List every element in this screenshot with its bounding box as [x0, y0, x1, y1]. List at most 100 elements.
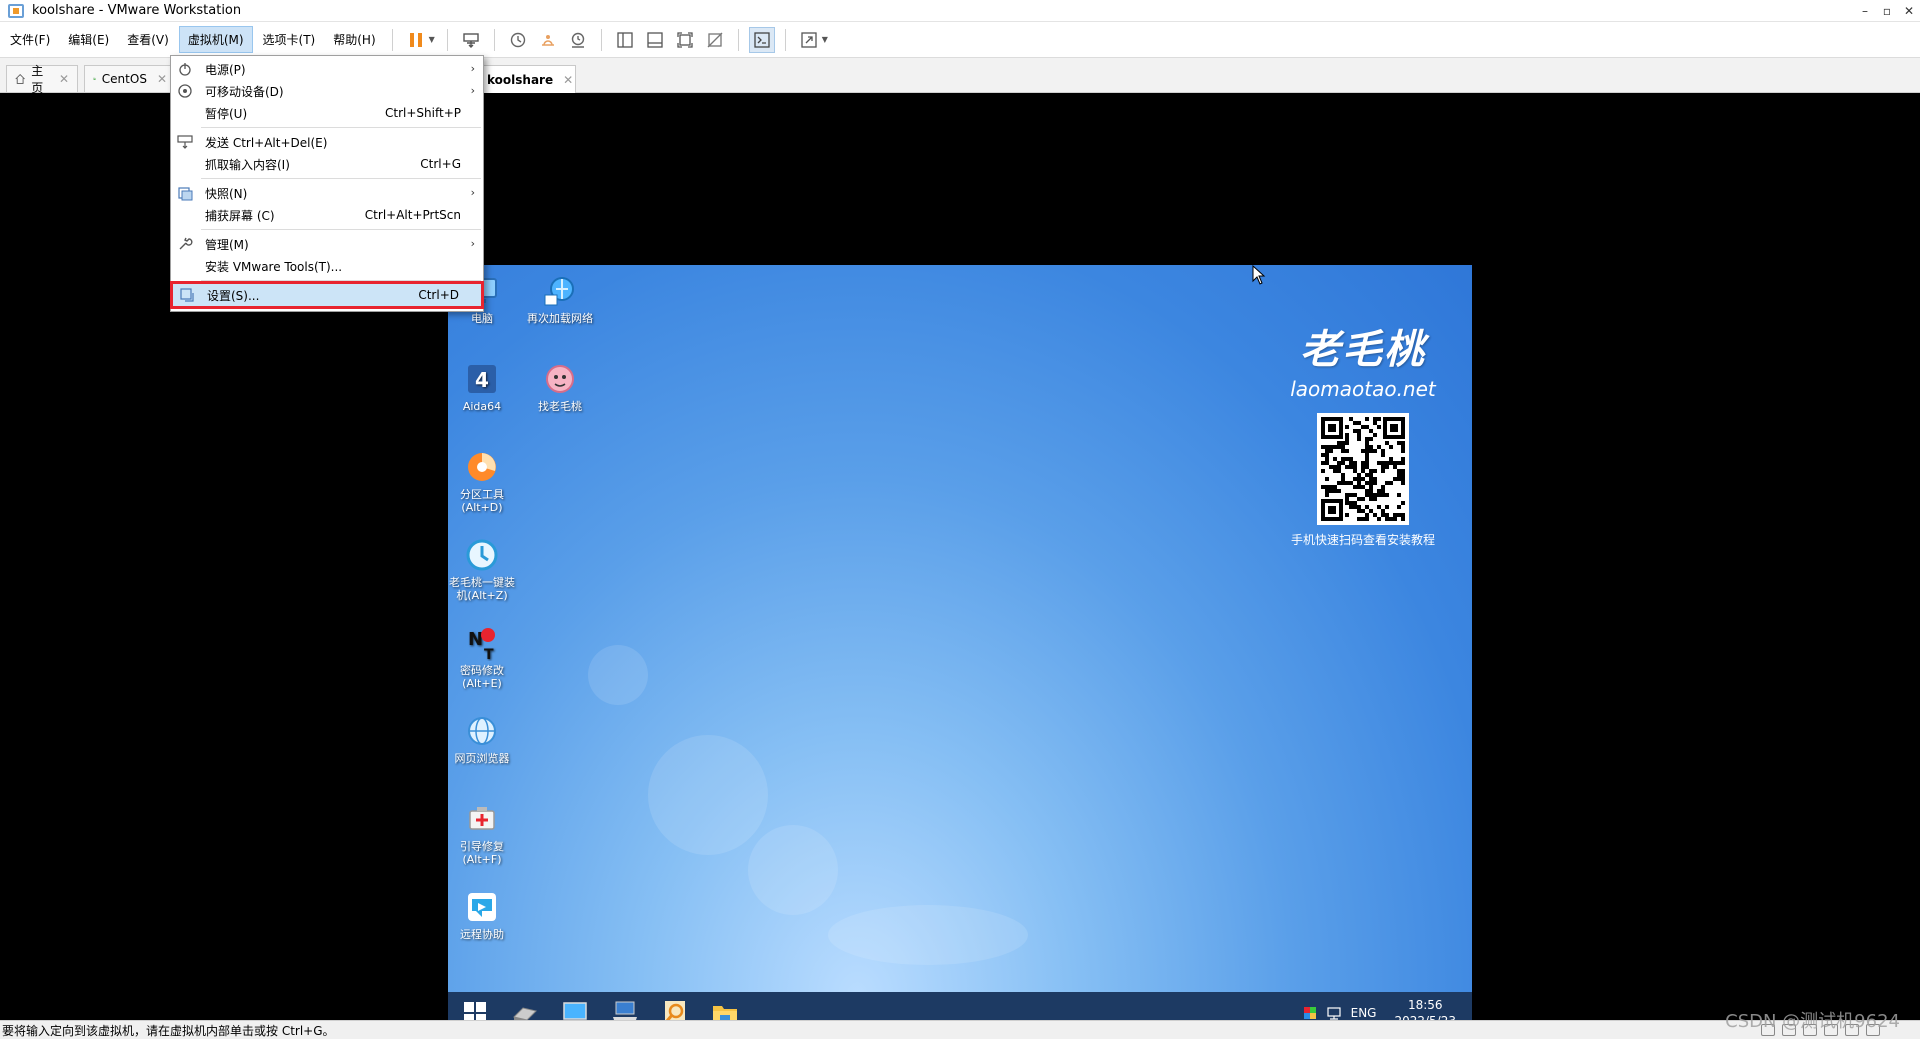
vmware-window: koolshare - VMware Workstation – ▫ ✕ 文件(… [0, 0, 1920, 1039]
keyboard-send-icon [463, 32, 479, 48]
revert-snapshot-button[interactable] [535, 27, 561, 53]
desktop-icon-label: 电脑 [471, 312, 493, 325]
brand-logo: 老毛桃 [1300, 326, 1426, 373]
input-language[interactable]: ENG [1351, 1006, 1377, 1020]
vmware-logo-icon [8, 3, 24, 18]
peach-mascot-icon [546, 365, 574, 393]
desktop-icon-web-browser[interactable]: 网页浏览器 [448, 713, 522, 765]
menu-item-removable-devices[interactable]: 可移动设备(D) › [171, 80, 483, 102]
library-panel-icon [617, 31, 633, 48]
window-controls: – ▫ ✕ [1854, 0, 1920, 22]
desktop-icon-remote-assist[interactable]: 远程协助 [448, 889, 522, 941]
boot-repair-medkit-icon [469, 807, 495, 830]
settings-vm-icon [180, 288, 194, 302]
desktop-icon-one-click-install[interactable]: 老毛桃一键装 机(Alt+Z) [448, 537, 522, 602]
menu-tabs[interactable]: 选项卡(T) [255, 27, 324, 52]
full-screen-button[interactable] [672, 27, 698, 53]
send-ctrl-alt-del-button[interactable] [458, 27, 484, 53]
network-reload-icon [544, 277, 574, 306]
tab-centos[interactable]: CentOS ✕ [84, 65, 176, 92]
guest-desktop[interactable]: 电脑 再次加载网络 4 Aida64 找老毛桃 分区工具 (Alt+D) 老毛桃… [448, 265, 1472, 1033]
show-library-button[interactable] [612, 27, 638, 53]
power-icon [179, 63, 191, 76]
maximize-button[interactable]: ▫ [1876, 0, 1898, 22]
menu-item-label: 管理(M) [205, 237, 249, 252]
network-icon[interactable] [1327, 1006, 1341, 1020]
desktop-icon-label: 远程协助 [460, 928, 504, 941]
unity-button[interactable] [702, 27, 728, 53]
brand-url: laomaotao.net [1290, 377, 1436, 401]
svg-text:T: T [484, 647, 494, 661]
submenu-arrow-icon: › [470, 237, 475, 250]
pause-button[interactable] [403, 27, 429, 53]
menu-item-grab-input[interactable]: 抓取输入内容(I) Ctrl+G [171, 153, 483, 175]
menu-item-label: 电源(P) [205, 62, 246, 77]
wallpaper-bubble [588, 645, 648, 705]
laomaotao-brand: 老毛桃 laomaotao.net 手机快速扫码查看安装教程 [1278, 317, 1448, 548]
toolbar-separator [600, 28, 602, 51]
menu-help[interactable]: 帮助(H) [325, 27, 383, 52]
menu-item-install-vmware-tools[interactable]: 安装 VMware Tools(T)... [171, 255, 483, 277]
password-reset-icon: NT [468, 628, 495, 661]
menu-separator [201, 178, 481, 179]
menu-vm[interactable]: 虚拟机(M) [178, 26, 253, 53]
menu-item-shortcut: Ctrl+G [420, 157, 461, 171]
pause-icon [409, 32, 422, 47]
menu-item-pause[interactable]: 暂停(U) Ctrl+Shift+P [171, 102, 483, 124]
close-button[interactable]: ✕ [1898, 0, 1920, 22]
menu-item-shortcut: Ctrl+D [418, 288, 459, 302]
desktop-icon-find-laomaotao[interactable]: 找老毛桃 [520, 361, 600, 413]
tab-close-icon[interactable]: ✕ [59, 72, 69, 86]
desktop-icon-boot-repair[interactable]: 引导修复 (Alt+F) [448, 801, 522, 866]
menu-edit[interactable]: 编辑(E) [60, 27, 117, 52]
snapshot-manager-button[interactable] [565, 27, 591, 53]
minimize-button[interactable]: – [1854, 0, 1876, 22]
menu-item-label: 暂停(U) [205, 106, 248, 121]
menu-item-manage[interactable]: 管理(M) › [171, 233, 483, 255]
menu-item-label: 发送 Ctrl+Alt+Del(E) [205, 135, 328, 150]
stretch-guest-button[interactable] [796, 27, 822, 53]
menu-item-capture-screen[interactable]: 捕获屏幕 (C) Ctrl+Alt+PrtScn [171, 204, 483, 226]
web-browser-icon [468, 717, 496, 745]
submenu-arrow-icon: › [470, 186, 475, 199]
one-click-install-icon [466, 539, 498, 571]
tab-close-icon[interactable]: ✕ [563, 73, 573, 87]
tab-close-icon[interactable]: ✕ [157, 72, 167, 86]
snapshot-button[interactable] [505, 27, 531, 53]
menu-item-send-ctrl-alt-del[interactable]: 发送 Ctrl+Alt+Del(E) [171, 131, 483, 153]
menu-item-label: 安装 VMware Tools(T)... [205, 259, 343, 274]
menu-file[interactable]: 文件(F) [2, 27, 58, 52]
tab-label: CentOS [101, 72, 147, 86]
wallpaper-bubble [828, 905, 1028, 965]
desktop-icon-reload-network[interactable]: 再次加载网络 [520, 273, 600, 325]
toolbar-separator [784, 28, 786, 51]
menu-view[interactable]: 查看(V) [119, 27, 177, 52]
full-screen-icon [677, 31, 693, 48]
stretch-expand-icon [801, 31, 817, 48]
toolbar-separator [737, 28, 739, 51]
color-flag-icon[interactable] [1303, 1006, 1317, 1020]
desktop-icon-aida64[interactable]: 4 Aida64 [448, 361, 522, 413]
stretch-dropdown-icon[interactable]: ▼ [822, 35, 828, 44]
desktop-icon-password-change[interactable]: NT 密码修改 (Alt+E) [448, 625, 522, 690]
status-bar: 要将输入定向到该虚拟机，请在虚拟机内部单击或按 Ctrl+G。 [0, 1020, 1920, 1039]
console-prompt-icon [754, 31, 770, 48]
snapshot-icon [178, 187, 193, 201]
tab-koolshare[interactable]: koolshare ✕ [478, 65, 576, 93]
desktop-icon-label: 再次加载网络 [527, 312, 593, 325]
console-view-button[interactable] [748, 26, 775, 53]
menu-item-power[interactable]: 电源(P) › [171, 58, 483, 80]
removable-device-icon [178, 84, 192, 98]
menu-item-settings[interactable]: 设置(S)... Ctrl+D [170, 281, 484, 309]
desktop-icon-partition-tool[interactable]: 分区工具 (Alt+D) [448, 449, 522, 514]
show-thumbnail-bar-button[interactable] [642, 27, 668, 53]
menu-item-snapshot[interactable]: 快照(N) › [171, 182, 483, 204]
pause-dropdown-icon[interactable]: ▼ [429, 35, 435, 44]
desktop-icon-label: 老毛桃一键装 机(Alt+Z) [449, 576, 515, 602]
tab-home[interactable]: 主页 ✕ [6, 64, 78, 95]
window-title: koolshare - VMware Workstation [32, 3, 242, 18]
desktop-icon-label: 密码修改 (Alt+E) [460, 664, 504, 690]
desktop-icon-label: 网页浏览器 [454, 752, 510, 765]
qr-caption: 手机快速扫码查看安装教程 [1290, 533, 1435, 547]
menu-item-label: 抓取输入内容(I) [205, 157, 290, 172]
